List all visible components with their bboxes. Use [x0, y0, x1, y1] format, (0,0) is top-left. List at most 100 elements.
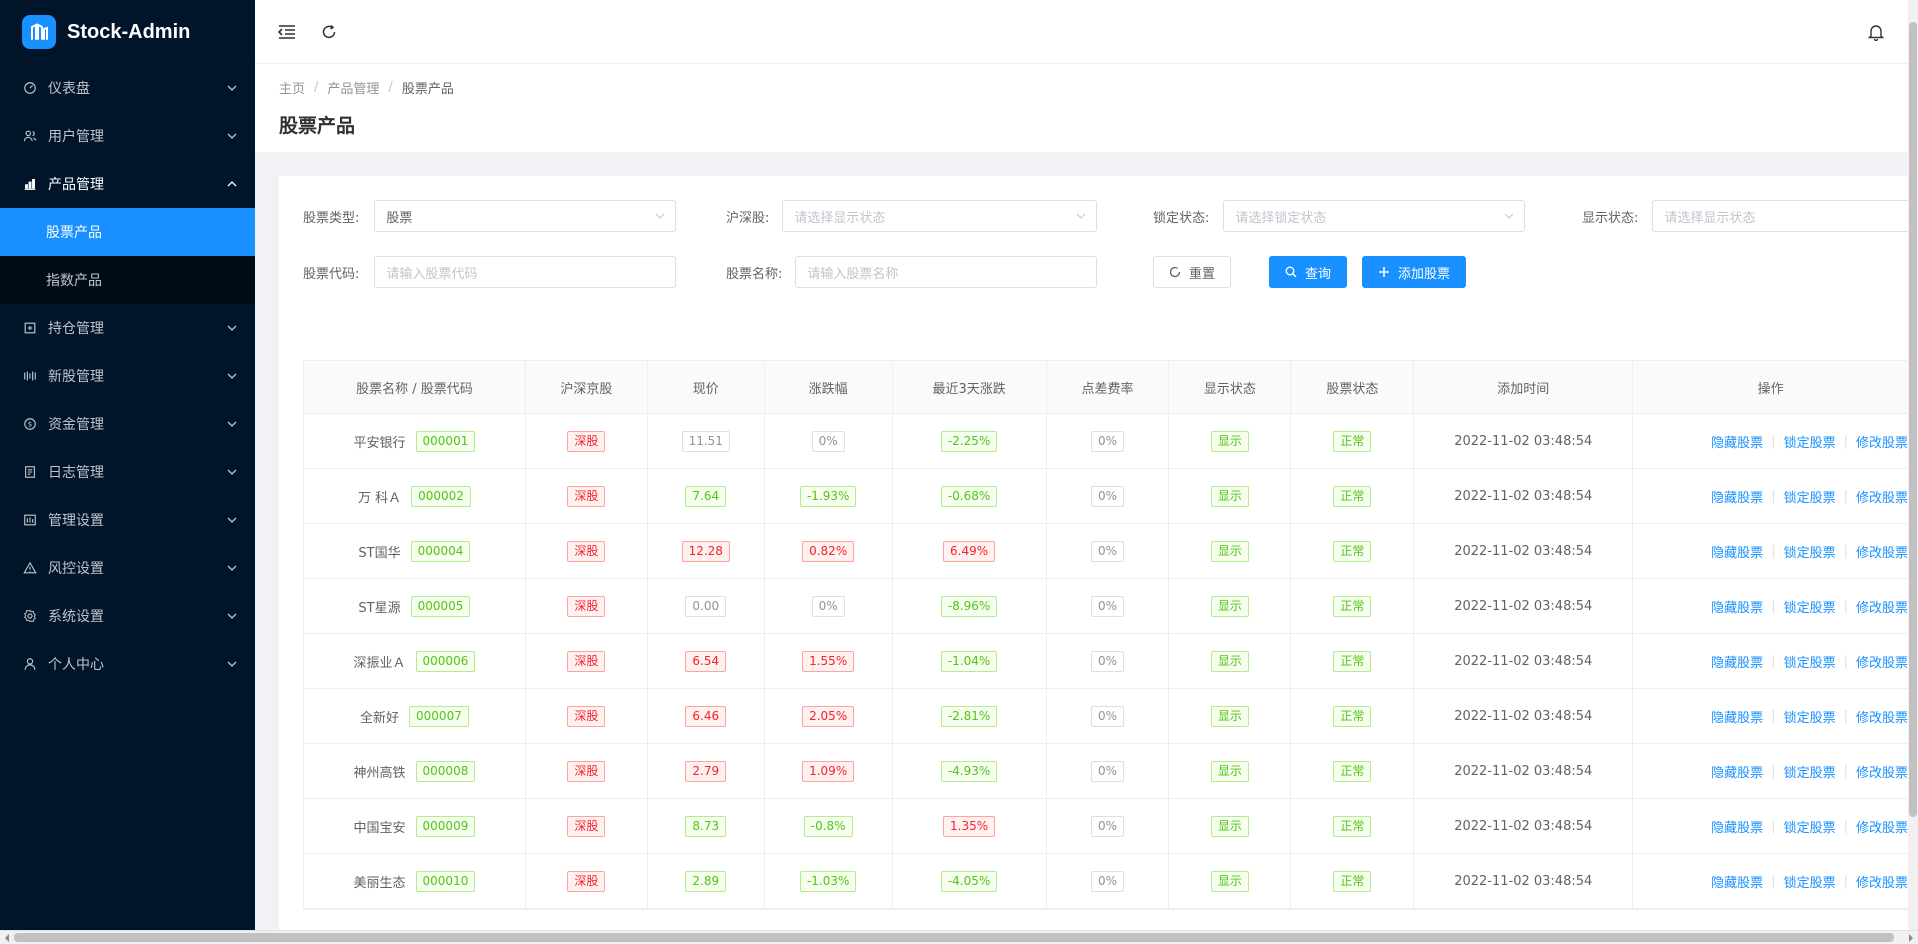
stock-type-select[interactable]: 股票	[374, 200, 677, 232]
cell-change: -1.93%	[765, 469, 893, 523]
reset-button-label: 重置	[1189, 266, 1216, 282]
cell-name-code: 神州高铁 000008	[304, 744, 526, 798]
add-stock-button[interactable]: 添加股票	[1362, 256, 1467, 288]
lock-stock-link[interactable]: 锁定股票	[1784, 597, 1836, 616]
breadcrumb-product-management[interactable]: 产品管理	[327, 78, 379, 97]
spread-tag: 0%	[1090, 815, 1125, 837]
sidebar-item-11[interactable]: 个人中心	[0, 640, 255, 688]
user-icon	[22, 656, 38, 672]
chevron-down-icon	[227, 661, 237, 667]
bell-icon[interactable]	[1866, 22, 1886, 42]
spread-tag: 0%	[1090, 540, 1125, 562]
hide-stock-link[interactable]: 隐藏股票	[1711, 432, 1763, 451]
cell-name-code: ST国华 000004	[304, 524, 526, 578]
sidebar-item-2[interactable]: 用户管理	[0, 112, 255, 160]
breadcrumb-home[interactable]: 主页	[279, 78, 305, 97]
cell-add-time: 2022-11-02 03:48:54	[1414, 634, 1634, 688]
cell-show-status: 显示	[1169, 744, 1292, 798]
show-status-label: 显示状态:	[1582, 210, 1639, 226]
sidebar-item-label: 资金管理	[48, 417, 104, 433]
column-header: 沪深京股	[526, 361, 648, 413]
sidebar-item-5[interactable]: 新股管理	[0, 352, 255, 400]
cell-change: 0%	[765, 414, 893, 468]
edit-stock-link[interactable]: 修改股票	[1856, 762, 1908, 781]
edit-stock-link[interactable]: 修改股票	[1856, 432, 1908, 451]
cell-change-3d: -4.05%	[893, 854, 1047, 908]
lock-stock-link[interactable]: 锁定股票	[1784, 542, 1836, 561]
cell-price: 2.89	[648, 854, 765, 908]
edit-stock-link[interactable]: 修改股票	[1856, 487, 1908, 506]
table-row: 全新好 000007 深股 6.46 2.05% -2.81% 0% 显示 正常 2022-11-…	[304, 689, 1908, 744]
scroll-right-icon[interactable]	[1906, 933, 1916, 943]
horizontal-scroll-thumb[interactable]	[14, 933, 1894, 942]
sidebar-item-label: 新股管理	[48, 369, 104, 385]
sidebar-item-10[interactable]: 系统设置	[0, 592, 255, 640]
lock-stock-link[interactable]: 锁定股票	[1784, 872, 1836, 891]
cell-spread: 0%	[1047, 854, 1170, 908]
edit-stock-link[interactable]: 修改股票	[1856, 652, 1908, 671]
hide-stock-link[interactable]: 隐藏股票	[1711, 762, 1763, 781]
vertical-scroll-thumb[interactable]	[1909, 22, 1917, 817]
hide-stock-link[interactable]: 隐藏股票	[1711, 817, 1763, 836]
sidebar-item-6[interactable]: $ 资金管理	[0, 400, 255, 448]
stock-code-tag: 000008	[415, 760, 476, 782]
logo[interactable]: Stock-Admin	[0, 0, 255, 64]
show-status-select[interactable]: 请选择显示状态	[1652, 200, 1913, 232]
exchange-select[interactable]: 请选择显示状态	[782, 200, 1098, 232]
lock-stock-link[interactable]: 锁定股票	[1784, 487, 1836, 506]
stock-code-tag: 000009	[415, 815, 476, 837]
sidebar-subitem-2[interactable]: 指数产品	[0, 256, 255, 304]
reset-button[interactable]: 重置	[1153, 256, 1232, 288]
code-input[interactable]: 请输入股票代码	[374, 256, 677, 288]
refresh-icon[interactable]	[319, 22, 339, 42]
cell-name-code: 全新好 000007	[304, 689, 526, 743]
column-header: 最近3天涨跌	[893, 361, 1047, 413]
sidebar-item-label: 管理设置	[48, 513, 104, 529]
vertical-scrollbar[interactable]	[1908, 0, 1918, 944]
column-header: 涨跌幅	[765, 361, 893, 413]
sidebar-item-1[interactable]: 仪表盘	[0, 64, 255, 112]
hide-stock-link[interactable]: 隐藏股票	[1711, 652, 1763, 671]
edit-stock-link[interactable]: 修改股票	[1856, 707, 1908, 726]
lock-stock-link[interactable]: 锁定股票	[1784, 652, 1836, 671]
hide-stock-link[interactable]: 隐藏股票	[1711, 542, 1763, 561]
lock-stock-link[interactable]: 锁定股票	[1784, 762, 1836, 781]
sidebar-item-3[interactable]: 产品管理	[0, 160, 255, 208]
lock-stock-link[interactable]: 锁定股票	[1784, 432, 1836, 451]
lock-stock-link[interactable]: 锁定股票	[1784, 817, 1836, 836]
lock-stock-link[interactable]: 锁定股票	[1784, 707, 1836, 726]
hide-stock-link[interactable]: 隐藏股票	[1711, 872, 1763, 891]
cell-market: 深股	[526, 799, 648, 853]
sidebar-item-7[interactable]: 日志管理	[0, 448, 255, 496]
cell-price: 6.46	[648, 689, 765, 743]
chevron-down-icon	[656, 213, 665, 219]
hide-stock-link[interactable]: 隐藏股票	[1711, 487, 1763, 506]
hide-stock-link[interactable]: 隐藏股票	[1711, 597, 1763, 616]
sidebar-subitem-1[interactable]: 股票产品	[0, 208, 255, 256]
cell-name-code: 美丽生态 000010	[304, 854, 526, 908]
edit-stock-link[interactable]: 修改股票	[1856, 542, 1908, 561]
cell-add-time: 2022-11-02 03:48:54	[1414, 469, 1634, 523]
table-row: 万 科Ａ 000002 深股 7.64 -1.93% -0.68% 0% 显示 正常 2022-1…	[304, 469, 1908, 524]
chevron-down-icon	[227, 517, 237, 523]
sidebar-item-8[interactable]: 管理设置	[0, 496, 255, 544]
cell-stock-status: 正常	[1291, 744, 1415, 798]
scroll-left-icon[interactable]	[2, 933, 12, 943]
table-row: ST星源 000005 深股 0.00 0% -8.96% 0% 显示 正常 2022-11-02…	[304, 579, 1908, 634]
name-input[interactable]: 请输入股票名称	[795, 256, 1098, 288]
horizontal-scrollbar[interactable]	[0, 930, 1918, 944]
edit-stock-link[interactable]: 修改股票	[1856, 872, 1908, 891]
sidebar-item-9[interactable]: 风控设置	[0, 544, 255, 592]
edit-stock-link[interactable]: 修改股票	[1856, 817, 1908, 836]
lock-status-select[interactable]: 请选择锁定状态	[1223, 200, 1526, 232]
edit-stock-link[interactable]: 修改股票	[1856, 597, 1908, 616]
hide-stock-link[interactable]: 隐藏股票	[1711, 707, 1763, 726]
top-bar	[255, 0, 1908, 64]
cell-show-status: 显示	[1169, 579, 1292, 633]
collapse-menu-icon[interactable]	[277, 22, 297, 42]
cell-change-3d: 1.35%	[893, 799, 1047, 853]
sidebar-item-4[interactable]: 持仓管理	[0, 304, 255, 352]
cell-show-status: 显示	[1169, 799, 1292, 853]
stock-status-tag: 正常	[1333, 815, 1372, 837]
search-button[interactable]: 查询	[1269, 256, 1348, 288]
